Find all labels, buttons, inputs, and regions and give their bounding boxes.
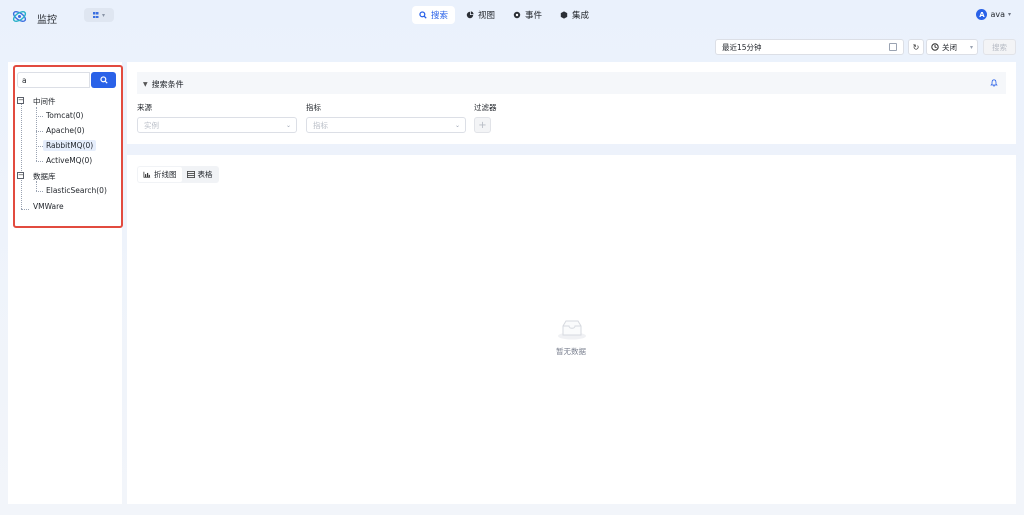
table-view-button[interactable]: 表格	[182, 167, 218, 182]
metric-placeholder: 指标	[313, 120, 328, 130]
logo-icon	[12, 11, 27, 22]
chevron-down-icon: ▾	[101, 11, 105, 19]
search-icon	[99, 76, 108, 84]
bell-icon[interactable]	[990, 79, 998, 87]
main-nav: 搜索 视图 事件 集成	[412, 6, 596, 24]
table-icon	[186, 171, 195, 178]
tree-connector	[36, 191, 43, 192]
auto-refresh-select[interactable]: 关闭 ▾	[926, 39, 978, 55]
nav-tab-label: 事件	[525, 11, 543, 21]
auto-refresh-value: 关闭	[942, 42, 957, 52]
time-range-value: 最近15分钟	[722, 42, 762, 52]
view-label: 表格	[197, 170, 213, 179]
tree-connector	[36, 131, 43, 132]
search-conditions-header[interactable]	[137, 72, 1006, 94]
timer-icon	[931, 43, 939, 51]
tree-node-database[interactable]: 数据库	[33, 171, 56, 182]
user-name: ava	[990, 10, 1005, 19]
source-select[interactable]: 实例 ⌄	[137, 117, 297, 133]
refresh-icon: ↻	[912, 42, 920, 52]
add-filter-button[interactable]: +	[474, 117, 491, 133]
tree-node-tomcat[interactable]: Tomcat(0)	[46, 111, 84, 120]
tree-node-elasticsearch[interactable]: ElasticSearch(0)	[46, 186, 107, 195]
tree-search-button[interactable]	[91, 72, 116, 88]
view-toggle: 折线图 表格	[137, 166, 219, 183]
tree-search-input[interactable]: a	[17, 72, 90, 88]
nav-tab-event[interactable]: 事件	[506, 6, 549, 24]
cube-icon	[560, 11, 568, 19]
caret-down-icon: ▼	[143, 81, 148, 88]
nav-tab-label: 视图	[478, 11, 496, 21]
tree-connector	[21, 209, 29, 210]
source-placeholder: 实例	[144, 120, 159, 130]
nav-tab-label: 集成	[572, 11, 590, 21]
search-conditions-toggle[interactable]: ▼ 搜索条件	[143, 79, 184, 90]
tree-node-vmware[interactable]: VMWare	[33, 202, 64, 211]
line-chart-icon	[143, 171, 151, 178]
nav-tab-label: 搜索	[431, 11, 449, 21]
time-range-picker[interactable]: 最近15分钟	[715, 39, 904, 55]
tree-node-middleware[interactable]: 中间件	[33, 96, 56, 107]
tree-node-apache[interactable]: Apache(0)	[46, 126, 85, 135]
filter-label: 过滤器	[474, 103, 497, 112]
nav-tab-view[interactable]: 视图	[459, 6, 502, 24]
view-label: 折线图	[154, 170, 177, 179]
chevron-down-icon: ▾	[1007, 11, 1011, 18]
tree-node-rabbitmq[interactable]: RabbitMQ(0)	[43, 140, 97, 151]
grid-icon	[92, 12, 99, 18]
user-menu[interactable]: A ava ▾	[976, 9, 1011, 20]
tree-connector	[21, 104, 22, 209]
line-chart-view-button[interactable]: 折线图	[138, 167, 182, 182]
collapse-toggle-icon[interactable]: −	[17, 172, 24, 179]
chevron-down-icon: ⌄	[454, 121, 460, 129]
metric-label: 指标	[306, 103, 321, 112]
tree-node-activemq[interactable]: ActiveMQ(0)	[46, 156, 92, 165]
calendar-icon	[889, 43, 897, 51]
refresh-button[interactable]: ↻	[908, 39, 924, 55]
nav-tab-search[interactable]: 搜索	[412, 6, 456, 24]
app-switcher-button[interactable]: ▾	[84, 8, 114, 22]
source-label: 来源	[137, 103, 152, 112]
tree-connector	[36, 181, 37, 191]
search-conditions-title: 搜索条件	[151, 80, 184, 89]
tree-connector	[36, 116, 43, 117]
empty-state-text: 暂无数据	[556, 347, 586, 356]
plus-icon: +	[478, 119, 487, 131]
top-bar: 监控 ▾ 搜索 视图 事件 集成 A ava ▾	[0, 0, 1024, 32]
search-icon	[419, 11, 427, 19]
app-title: 监控	[37, 15, 57, 26]
chevron-down-icon: ⌄	[285, 121, 291, 129]
empty-inbox-icon	[558, 320, 586, 340]
search-button[interactable]: 搜索	[983, 39, 1016, 55]
avatar: A	[976, 9, 988, 20]
collapse-toggle-icon[interactable]: −	[17, 97, 24, 104]
nav-tab-integration[interactable]: 集成	[553, 6, 596, 24]
tree-connector	[36, 161, 43, 162]
tree-connector	[36, 146, 43, 147]
pie-chart-icon	[466, 11, 474, 19]
chevron-down-icon: ▾	[969, 43, 973, 51]
metric-select[interactable]: 指标 ⌄	[306, 117, 466, 133]
gear-event-icon	[513, 11, 521, 19]
